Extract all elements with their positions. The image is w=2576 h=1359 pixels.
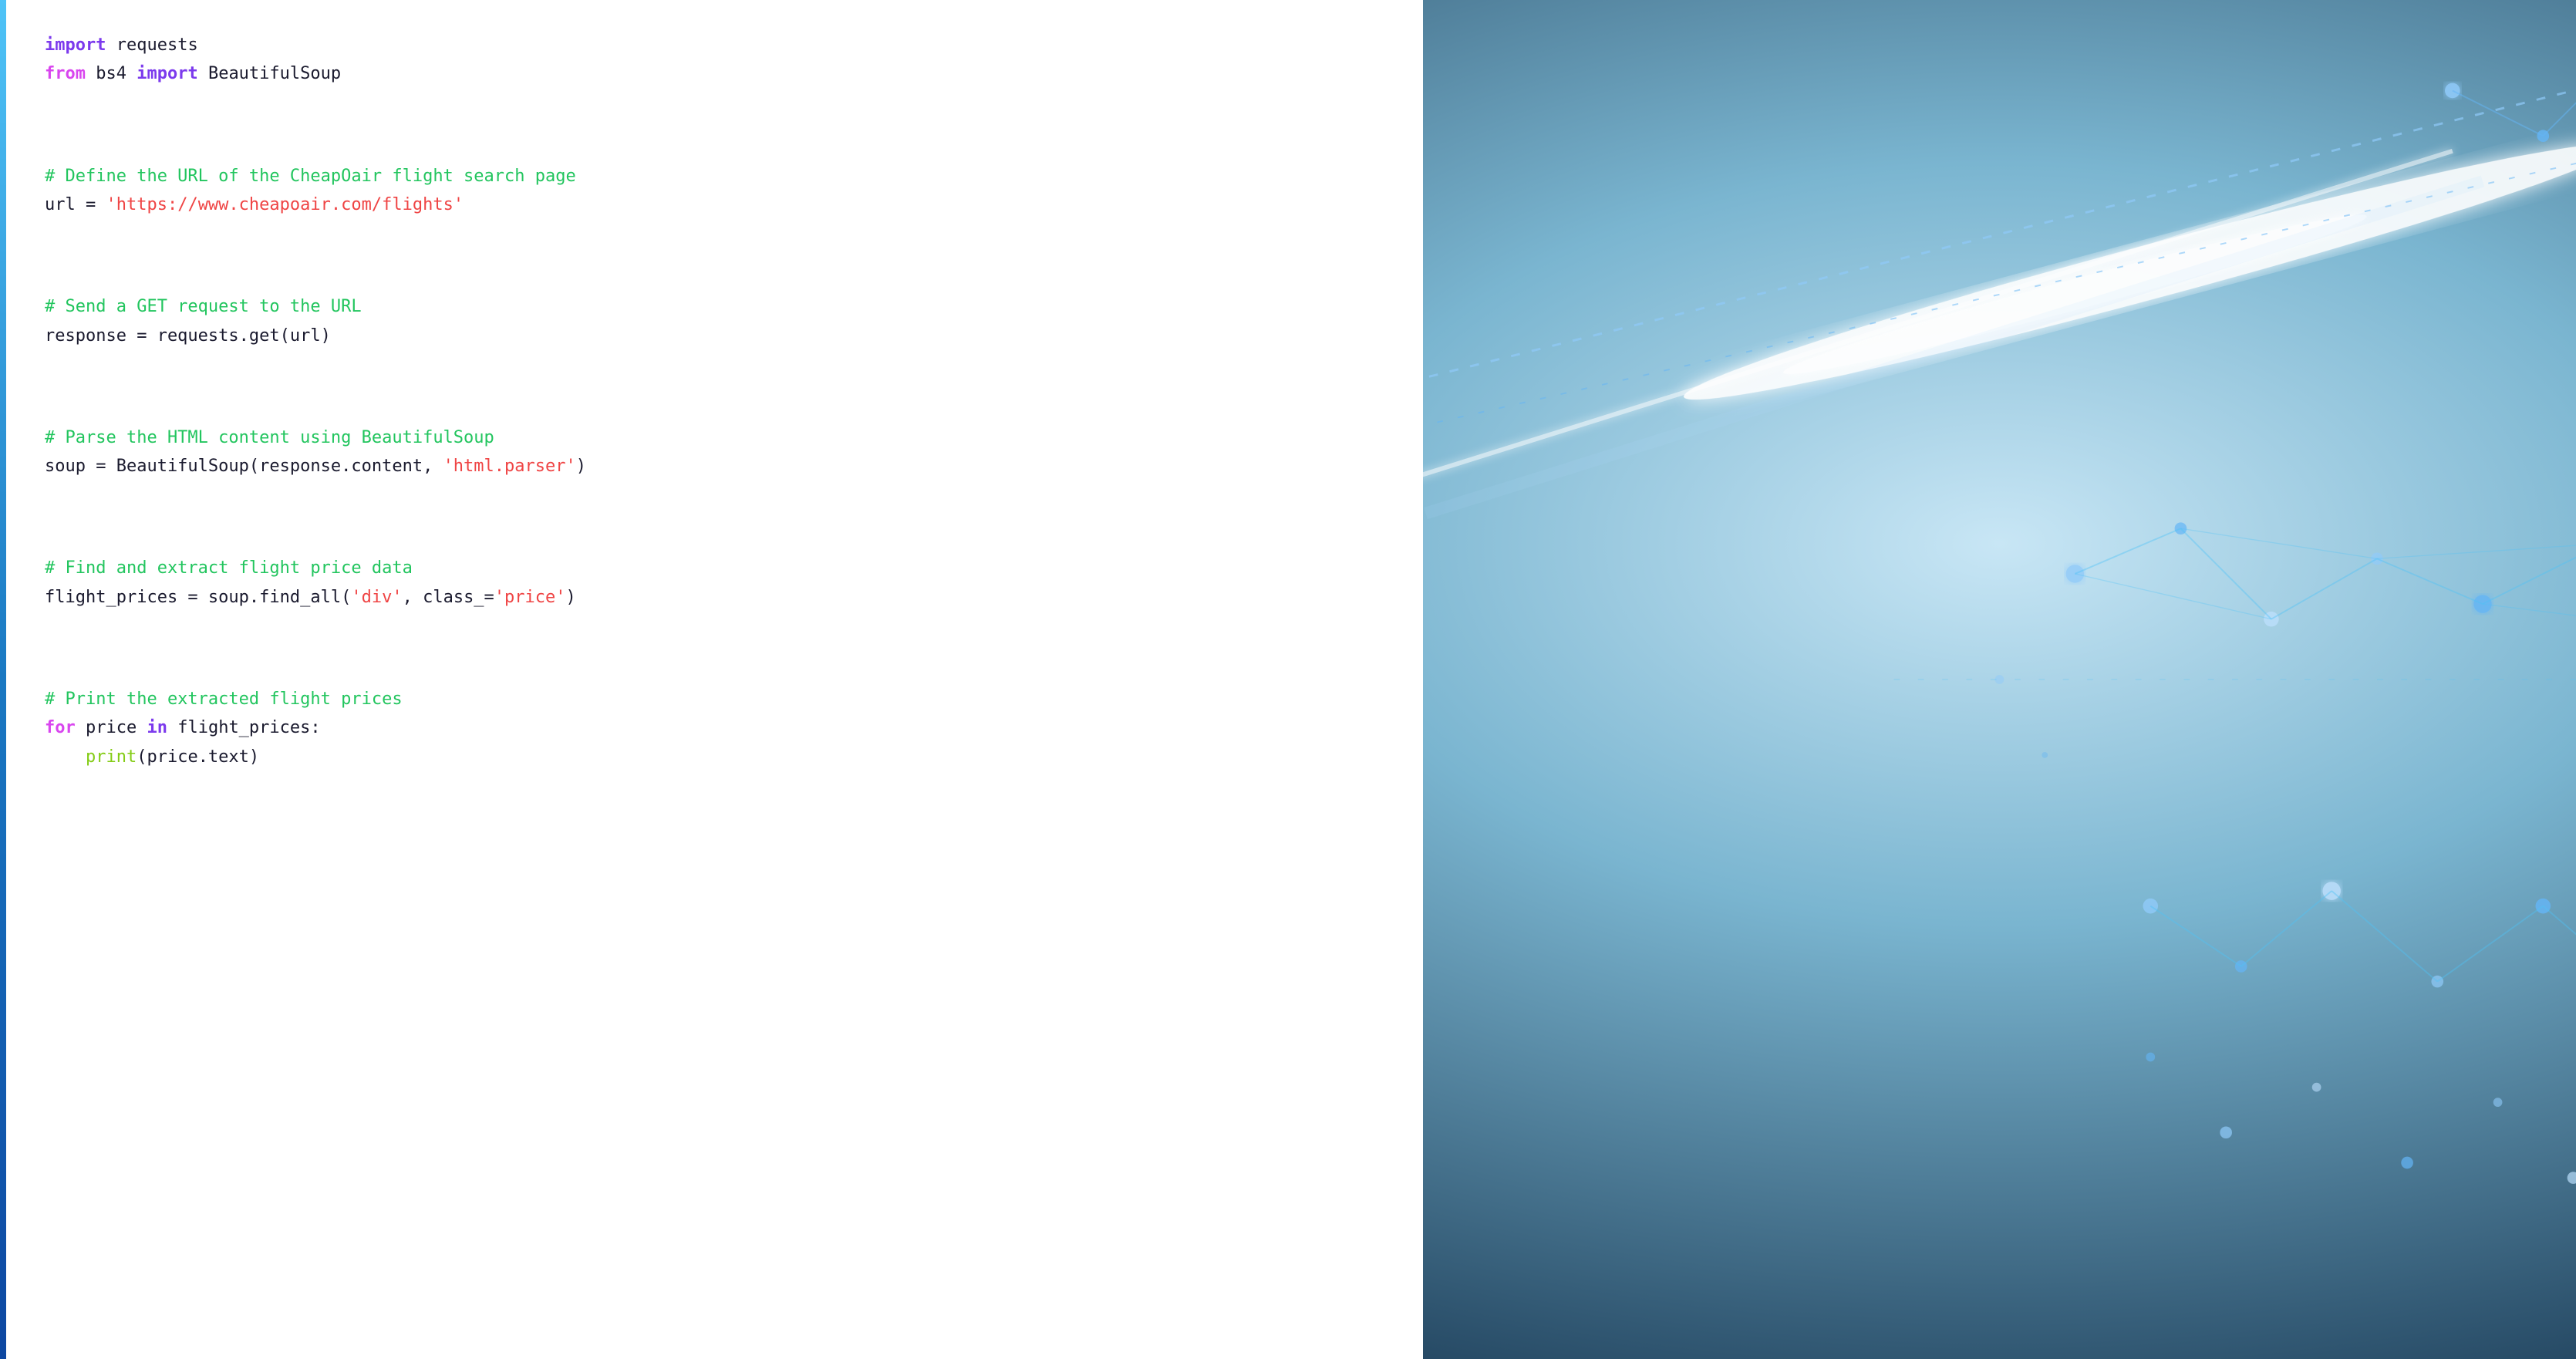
keyword-import2: import xyxy=(137,64,197,83)
import-requests: requests xyxy=(106,35,197,55)
soup-line-plain1: soup = BeautifulSoup(response.content, xyxy=(45,457,443,476)
beautifulsoup-plain: BeautifulSoup xyxy=(198,64,341,83)
print-fn: print xyxy=(86,747,137,767)
comment-parse: # Parse the HTML content using Beautiful… xyxy=(45,428,494,447)
flight-prices-plain2: , class_= xyxy=(403,588,494,607)
imports-section: import requests from bs4 import Beautifu… xyxy=(45,31,1384,89)
keyword-in: in xyxy=(147,718,167,737)
keyword-from: from xyxy=(45,64,86,83)
parse-section: # Parse the HTML content using Beautiful… xyxy=(45,423,1384,481)
flight-prices-plain1: flight_prices = soup.find_all( xyxy=(45,588,351,607)
get-section: # Send a GET request to the URL response… xyxy=(45,292,1384,350)
bs4-plain: bs4 xyxy=(86,64,137,83)
print-args: (price.text) xyxy=(137,747,259,767)
code-panel: import requests from bs4 import Beautifu… xyxy=(6,0,1423,1359)
url-section: # Define the URL of the CheapOair flight… xyxy=(45,162,1384,220)
for-plain2: flight_prices: xyxy=(167,718,321,737)
soup-close: ) xyxy=(576,457,586,476)
left-accent-bar xyxy=(0,0,6,1359)
price-string: 'price' xyxy=(494,588,566,607)
keyword-import: import xyxy=(45,35,106,55)
comment-url: # Define the URL of the CheapOair flight… xyxy=(45,167,576,186)
comment-print: # Print the extracted flight prices xyxy=(45,690,403,709)
comment-find: # Find and extract flight price data xyxy=(45,558,413,578)
html-parser-string: 'html.parser' xyxy=(443,457,576,476)
response-line: response = requests.get(url) xyxy=(45,326,331,346)
comment-get: # Send a GET request to the URL xyxy=(45,297,362,316)
background-panel xyxy=(1423,0,2576,1359)
url-string: 'https://www.cheapoair.com/flights' xyxy=(106,195,464,214)
network-illustration xyxy=(1423,0,2576,1359)
keyword-for: for xyxy=(45,718,76,737)
print-section: # Print the extracted flight prices for … xyxy=(45,685,1384,771)
findall-section: # Find and extract flight price data fli… xyxy=(45,554,1384,612)
url-assignment: url = xyxy=(45,195,106,214)
code-block: import requests from bs4 import Beautifu… xyxy=(45,31,1384,845)
for-plain1: price xyxy=(76,718,147,737)
flight-prices-close: ) xyxy=(566,588,576,607)
div-string: 'div' xyxy=(351,588,402,607)
